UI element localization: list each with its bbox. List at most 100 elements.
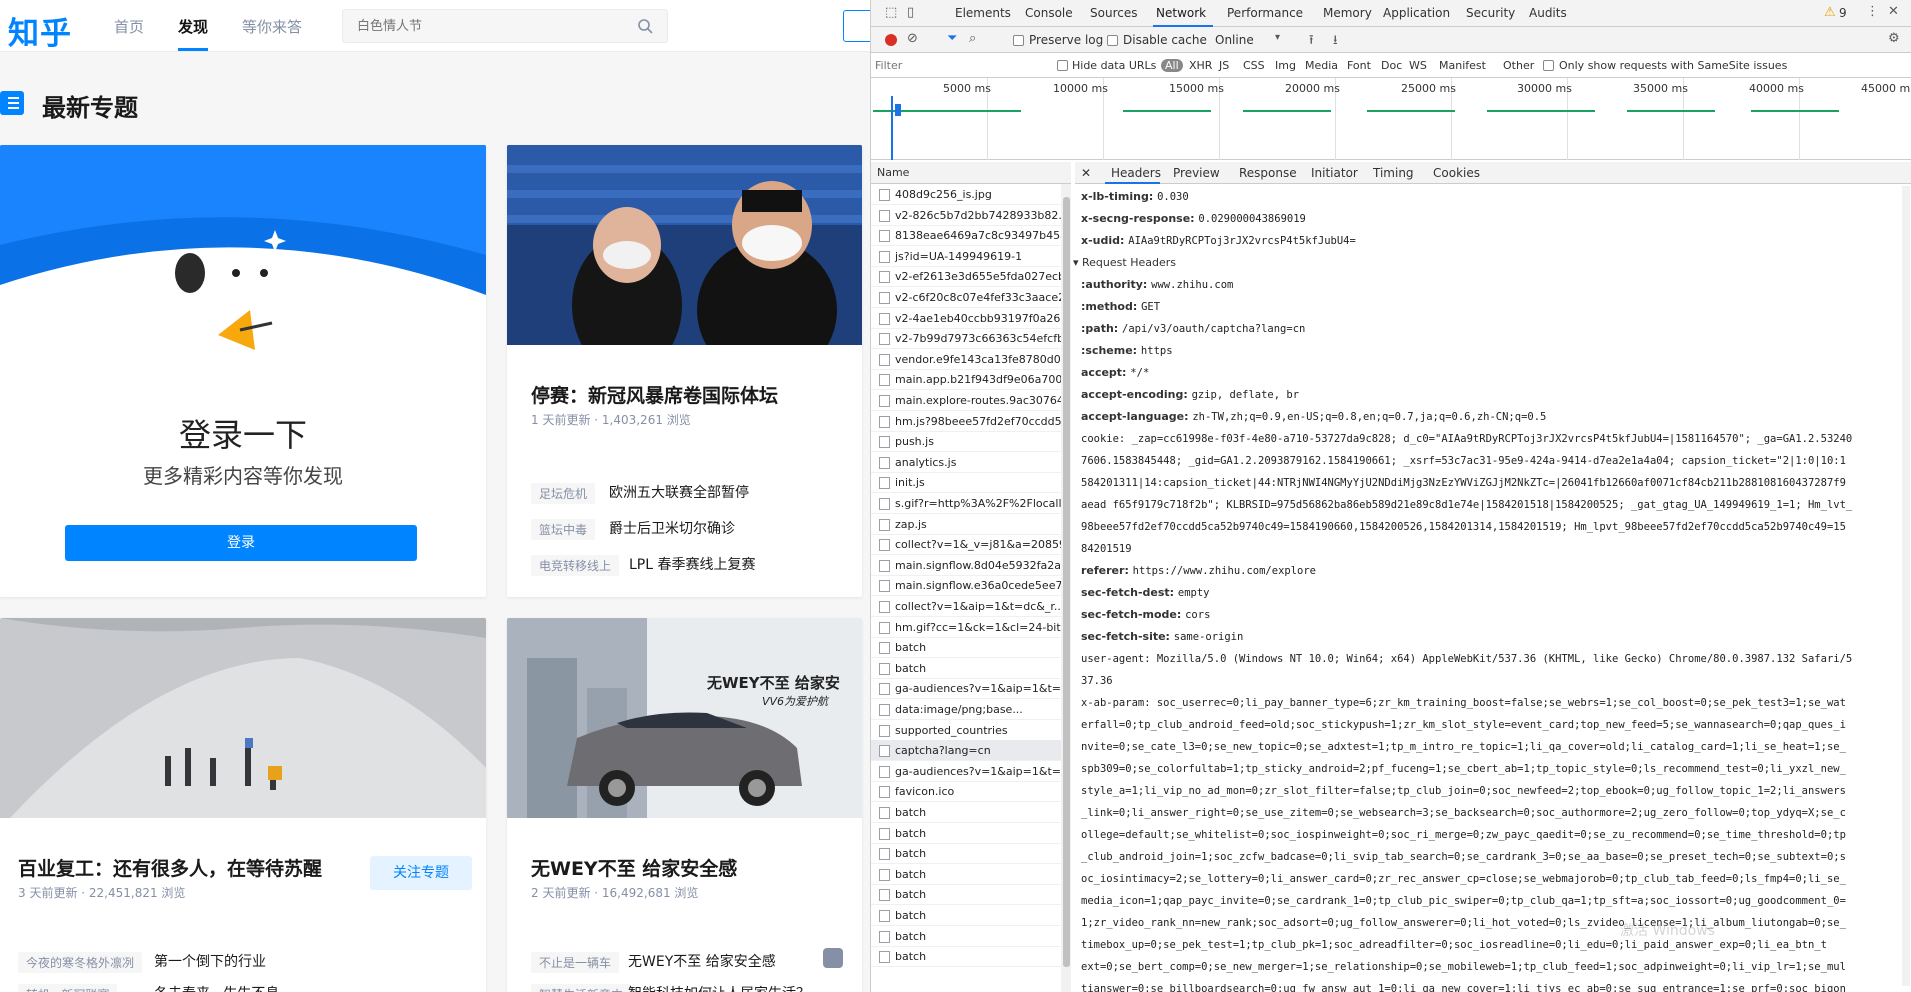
tab-performance[interactable]: Performance: [1227, 6, 1303, 20]
disable-cache-checkbox[interactable]: [1107, 35, 1118, 46]
topic-card-wey[interactable]: 无WEY不至 给家安 VV6为爱护航 无WEY不至 给家安全感 2 天前更新 ·…: [507, 618, 862, 992]
request-headers-section-toggle[interactable]: ▾ Request Headers: [1073, 252, 1895, 274]
import-har-icon[interactable]: ⭱: [1309, 31, 1314, 53]
request-row[interactable]: 8138eae6469a7c8c93497b45a...: [871, 225, 1061, 247]
request-row[interactable]: collect?v=1&_v=j81&a=20859...: [871, 534, 1061, 556]
tab-headers[interactable]: Headers: [1111, 166, 1161, 180]
search-box[interactable]: [342, 9, 668, 43]
request-row[interactable]: data:image/png;base...: [871, 699, 1061, 720]
topic-item-link[interactable]: 爵士后卫米切尔确诊: [609, 518, 735, 538]
topic-title[interactable]: 停赛：新冠风暴席卷国际体坛: [531, 381, 778, 408]
request-row[interactable]: v2-ef2613e3d655e5fda027ecb...: [871, 266, 1061, 288]
export-har-icon[interactable]: ⭳: [1333, 31, 1338, 53]
search-icon[interactable]: [637, 18, 653, 34]
chevron-down-icon[interactable]: ▾: [1275, 32, 1280, 43]
filter-type[interactable]: WS: [1409, 59, 1427, 72]
request-row[interactable]: hm.js?98beee57fd2ef70ccdd5...: [871, 411, 1061, 432]
nav-discover[interactable]: 发现: [178, 16, 208, 37]
topic-item-link[interactable]: 智能科技如何让人居家生活？: [628, 983, 810, 992]
close-devtools-icon[interactable]: ✕: [1888, 4, 1899, 19]
warning-icon[interactable]: ⚠: [1824, 5, 1836, 20]
tab-network[interactable]: Network: [1156, 6, 1206, 20]
request-row[interactable]: main.signflow.8d04e5932fa2a...: [871, 555, 1061, 576]
hide-data-urls-checkbox[interactable]: [1057, 60, 1068, 71]
filter-type[interactable]: Doc: [1381, 59, 1402, 72]
request-row[interactable]: batch: [871, 843, 1061, 865]
tab-elements[interactable]: Elements: [955, 6, 1011, 20]
request-row[interactable]: main.app.b21f943df9e06a700...: [871, 369, 1061, 391]
request-row[interactable]: s.gif?r=http%3A%2F%2Flocall...: [871, 493, 1061, 514]
topic-cover-image[interactable]: [507, 618, 862, 818]
topic-item-link[interactable]: 无WEY不至 给家安全感: [628, 951, 776, 971]
topic-card-resume[interactable]: 百业复工：还有很多人，在等待苏醒 3 天前更新 · 22,451,821 浏览 …: [0, 618, 486, 992]
topic-cover-image[interactable]: [0, 618, 486, 818]
nav-waiting-answers[interactable]: 等你来答: [242, 16, 302, 37]
request-row[interactable]: ga-audiences?v=1&aip=1&t=...: [871, 761, 1061, 782]
request-row[interactable]: zap.js: [871, 514, 1061, 535]
request-row[interactable]: js?id=UA-149949619-1: [871, 246, 1061, 267]
request-row[interactable]: captcha?lang=cn: [871, 740, 1061, 762]
close-detail-icon[interactable]: ✕: [1081, 166, 1091, 180]
request-row[interactable]: push.js: [871, 431, 1061, 453]
filter-type[interactable]: Media: [1305, 59, 1338, 72]
clear-icon[interactable]: ⊘: [907, 31, 918, 46]
filter-type[interactable]: JS: [1219, 59, 1229, 72]
inspect-element-icon[interactable]: ⬚: [885, 5, 897, 20]
filter-type[interactable]: XHR: [1189, 59, 1212, 72]
request-list-scroll-thumb[interactable]: [1063, 197, 1070, 967]
request-row[interactable]: main.signflow.e36a0cede5ee7...: [871, 575, 1061, 597]
request-row[interactable]: v2-c6f20c8c07e4fef33c3aace2...: [871, 287, 1061, 308]
login-button[interactable]: 登录: [65, 525, 417, 561]
tab-initiator[interactable]: Initiator: [1311, 166, 1358, 180]
topic-title[interactable]: 无WEY不至 给家安全感: [531, 854, 737, 881]
topic-cover-image[interactable]: [507, 145, 862, 345]
settings-gear-icon[interactable]: ⚙: [1888, 31, 1900, 46]
topic-title[interactable]: 百业复工：还有很多人，在等待苏醒: [18, 854, 322, 881]
request-row[interactable]: batch: [871, 864, 1061, 885]
request-row[interactable]: batch: [871, 637, 1061, 659]
request-row[interactable]: hm.gif?cc=1&ck=1&cl=24-bit...: [871, 617, 1061, 638]
network-overview-timeline[interactable]: 5000 ms 10000 ms 15000 ms 20000 ms 25000…: [871, 78, 1911, 160]
request-row[interactable]: favicon.ico: [871, 781, 1061, 803]
request-row[interactable]: batch: [871, 926, 1061, 947]
filter-type[interactable]: Img: [1275, 59, 1296, 72]
filter-input[interactable]: [875, 56, 1035, 75]
tab-cookies[interactable]: Cookies: [1433, 166, 1480, 180]
search-input[interactable]: [343, 10, 613, 42]
tab-timing[interactable]: Timing: [1373, 166, 1414, 180]
preserve-log-checkbox[interactable]: [1013, 35, 1024, 46]
topic-item-link[interactable]: 欧洲五大联赛全部暂停: [609, 482, 749, 502]
topic-item-link[interactable]: 第一个倒下的行业: [154, 951, 266, 971]
samesite-checkbox[interactable]: [1543, 60, 1554, 71]
filter-type[interactable]: CSS: [1243, 59, 1265, 72]
request-row[interactable]: v2-4ae1eb40ccbb93197f0a26...: [871, 308, 1061, 329]
ask-button[interactable]: [843, 10, 870, 42]
name-column-header[interactable]: Name: [871, 162, 1071, 184]
search-icon[interactable]: ⌕: [969, 31, 976, 46]
headers-scrollbar[interactable]: [1902, 186, 1910, 986]
request-row[interactable]: init.js: [871, 472, 1061, 494]
request-row[interactable]: main.explore-routes.9ac30764...: [871, 390, 1061, 411]
request-row[interactable]: analytics.js: [871, 452, 1061, 473]
request-row[interactable]: 408d9c256_is.jpg: [871, 184, 1061, 205]
request-row[interactable]: batch: [871, 905, 1061, 926]
request-row[interactable]: batch: [871, 946, 1061, 968]
tab-sources[interactable]: Sources: [1090, 6, 1137, 20]
tab-response[interactable]: Response: [1239, 166, 1297, 180]
request-row[interactable]: batch: [871, 802, 1061, 823]
request-row[interactable]: supported_countries: [871, 720, 1061, 741]
topic-item-link[interactable]: LPL 春季赛线上复赛: [629, 554, 756, 574]
request-row[interactable]: batch: [871, 658, 1061, 679]
filter-type[interactable]: Manifest: [1439, 59, 1486, 72]
record-icon[interactable]: [885, 34, 897, 46]
filter-all[interactable]: All: [1161, 59, 1183, 72]
request-row[interactable]: vendor.e9fe143ca13fe8780d0...: [871, 349, 1061, 370]
tab-console[interactable]: Console: [1025, 6, 1073, 20]
topic-item-link[interactable]: 冬去春来 · 生生不息: [154, 983, 279, 992]
more-options-icon[interactable]: ⋮: [1866, 4, 1879, 19]
topic-card-sports[interactable]: 停赛：新冠风暴席卷国际体坛 1 天前更新 · 1,403,261 浏览 足坛危机…: [507, 145, 862, 597]
request-row[interactable]: collect?v=1&aip=1&t=dc&_r...: [871, 596, 1061, 617]
device-toolbar-icon[interactable]: ▯: [907, 5, 914, 20]
request-row[interactable]: ga-audiences?v=1&aip=1&t=...: [871, 678, 1061, 700]
request-row[interactable]: batch: [871, 884, 1061, 906]
